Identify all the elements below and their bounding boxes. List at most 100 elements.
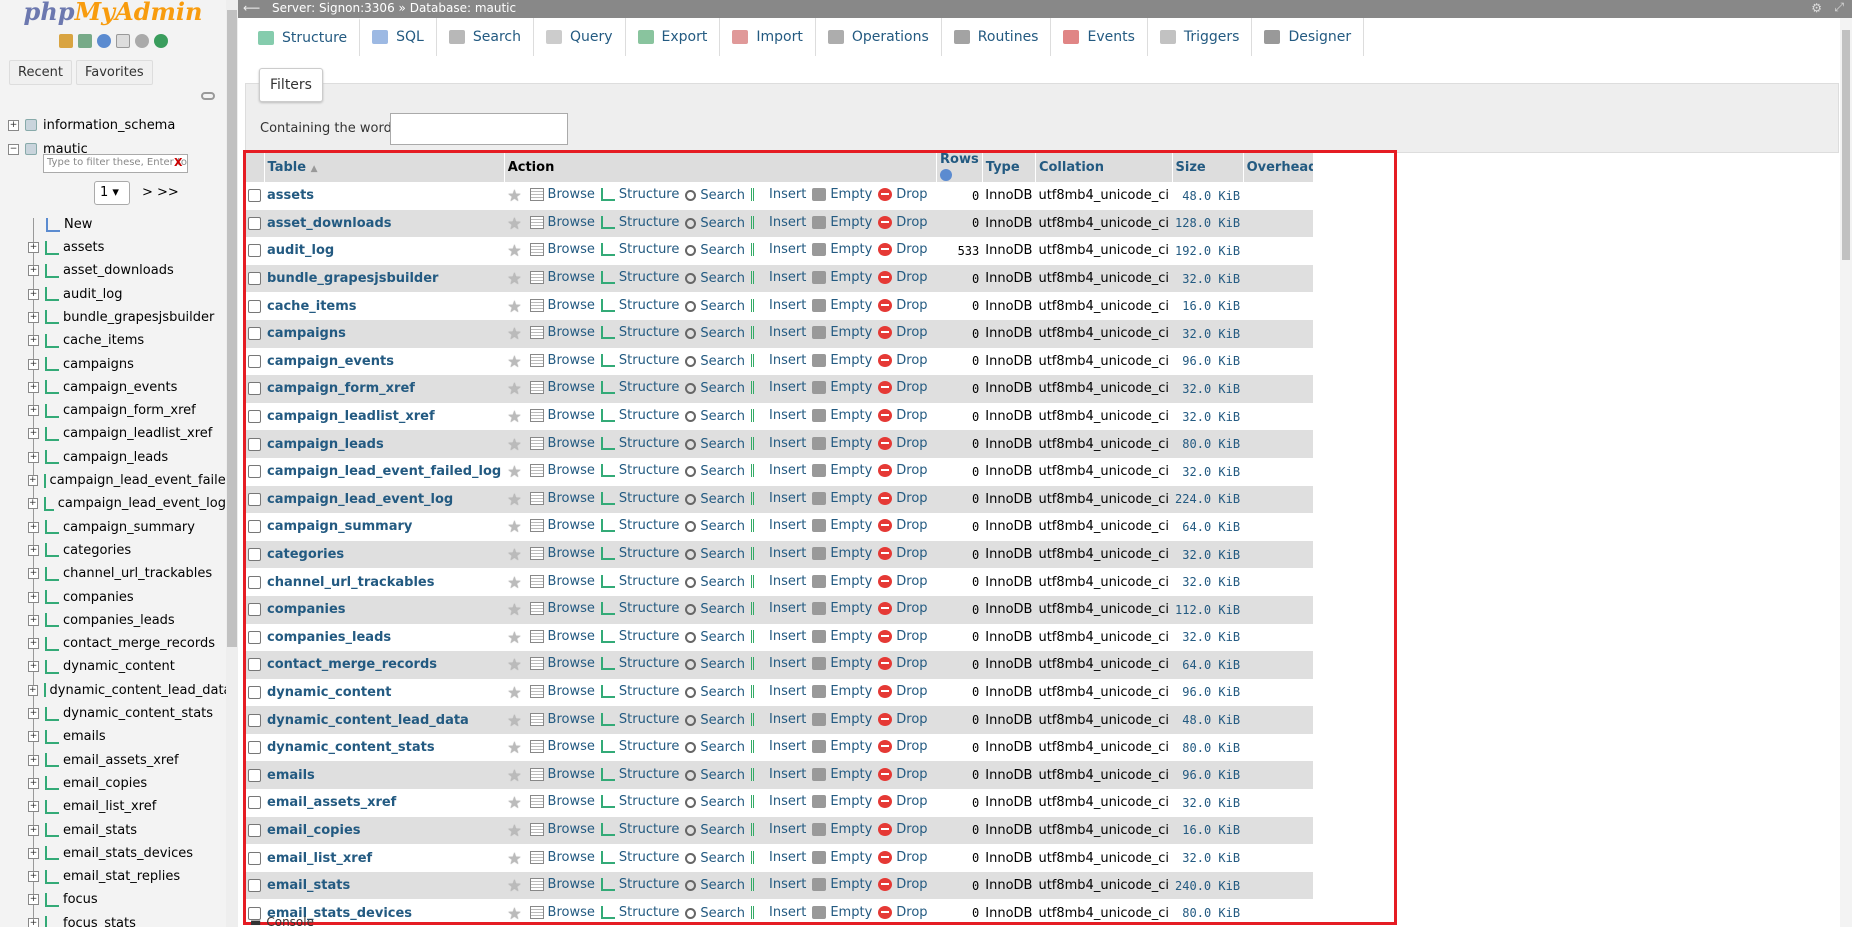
insert-action[interactable]: Insert [751,491,806,506]
nav-table-campaign_form_xref[interactable]: + campaign_form_xref [28,399,226,422]
empty-action[interactable]: Empty [812,242,872,257]
size-value[interactable]: 32.0 KiB [1172,375,1244,403]
logout-icon[interactable] [77,34,92,48]
size-value[interactable]: 32.0 KiB [1172,457,1244,486]
reload-icon[interactable] [153,34,168,48]
browse-action[interactable]: Browse [529,215,595,230]
nav-table-campaign_lead_event_log[interactable]: + campaign_lead_event_log [28,492,226,515]
search-action[interactable]: Search [685,547,745,562]
nav-table-dynamic_content_stats[interactable]: + dynamic_content_stats [28,702,226,725]
browse-action[interactable]: Browse [529,656,595,671]
page-selector[interactable]: 1 ▾ [94,181,130,205]
structure-action[interactable]: Structure [600,712,679,727]
nav-table-email_list_xref[interactable]: + email_list_xref [28,795,226,818]
browse-action[interactable]: Browse [529,684,595,699]
expand-icon[interactable]: + [28,405,39,417]
structure-action[interactable]: Structure [600,491,679,506]
drop-action[interactable]: Drop [878,463,928,478]
favorite-star-icon[interactable]: ★ [507,490,521,509]
insert-action[interactable]: Insert [751,215,806,230]
table-name-link[interactable]: campaign_leadlist_xref [264,402,505,431]
search-action[interactable]: Search [685,243,745,258]
favorite-star-icon[interactable]: ★ [507,379,521,398]
table-name-link[interactable]: dynamic_content [264,678,505,707]
row-checkbox[interactable] [248,327,261,341]
structure-action[interactable]: Structure [600,794,679,809]
empty-action[interactable]: Empty [812,822,872,837]
row-checkbox[interactable] [248,548,261,562]
browse-action[interactable]: Browse [529,353,595,368]
drop-action[interactable]: Drop [878,436,928,451]
collapse-nav-icon[interactable]: ⟵ [243,1,260,15]
structure-action[interactable]: Structure [600,187,679,202]
favorite-star-icon[interactable]: ★ [507,324,521,343]
search-action[interactable]: Search [685,575,745,590]
browse-action[interactable]: Browse [529,463,595,478]
insert-action[interactable]: Insert [751,601,806,616]
size-value[interactable]: 80.0 KiB [1172,733,1244,762]
favorite-star-icon[interactable]: ★ [507,766,521,785]
search-action[interactable]: Search [685,740,745,755]
structure-action[interactable]: Structure [600,242,679,257]
browse-action[interactable]: Browse [529,187,595,202]
row-checkbox[interactable] [248,189,261,203]
favorite-star-icon[interactable]: ★ [507,628,521,647]
table-name-link[interactable]: email_assets_xref [264,789,505,817]
tab-routines[interactable]: Routines [941,18,1052,56]
expand-icon[interactable]: + [28,871,39,883]
help-icon[interactable] [96,34,111,48]
table-name-link[interactable]: campaign_form_xref [264,375,505,403]
insert-action[interactable]: Insert [751,270,806,285]
table-name-link[interactable]: email_stats [264,871,505,900]
nav-table-focus_stats[interactable]: + focus_stats [28,912,226,927]
tab-structure[interactable]: Structure [246,18,361,56]
browse-action[interactable]: Browse [529,270,595,285]
rows-column-header[interactable]: Rows [936,152,983,182]
row-checkbox[interactable] [248,796,261,810]
favorite-star-icon[interactable]: ★ [507,407,521,426]
drop-action[interactable]: Drop [878,822,928,837]
size-value[interactable]: 32.0 KiB [1172,264,1244,293]
drop-action[interactable]: Drop [878,877,928,892]
expand-icon[interactable]: + [28,358,39,370]
expand-icon[interactable]: + [28,498,38,510]
empty-action[interactable]: Empty [812,656,872,671]
row-checkbox[interactable] [248,492,261,506]
favorite-star-icon[interactable]: ★ [507,186,521,205]
tab-search[interactable]: Search [436,18,534,56]
structure-action[interactable]: Structure [600,298,679,313]
nav-table-cache_items[interactable]: + cache_items [28,329,226,352]
empty-action[interactable]: Empty [812,574,872,589]
expand-icon[interactable]: + [8,119,19,131]
nav-table-campaign_lead_event_failed_log[interactable]: + campaign_lead_event_failed_log [28,469,226,492]
settings-gear-icon[interactable]: ⚙ [1811,1,1822,15]
favorite-star-icon[interactable]: ★ [507,517,521,536]
browse-action[interactable]: Browse [529,601,595,616]
empty-action[interactable]: Empty [812,436,872,451]
link-with-main-icon[interactable] [201,92,215,100]
empty-action[interactable]: Empty [812,767,872,782]
insert-action[interactable]: Insert [751,877,806,892]
drop-action[interactable]: Drop [878,905,928,920]
table-name-link[interactable]: cache_items [264,292,505,320]
favorite-star-icon[interactable]: ★ [507,876,521,895]
database-crumb[interactable]: Database: mautic [410,1,516,15]
fullscreen-icon[interactable]: ⤢ [1834,0,1844,15]
size-column-header[interactable]: Size [1172,152,1244,182]
search-action[interactable]: Search [685,381,745,396]
expand-icon[interactable]: + [28,638,39,650]
nav-table-companies_leads[interactable]: + companies_leads [28,609,226,632]
size-value[interactable]: 48.0 KiB [1172,182,1244,210]
row-checkbox[interactable] [248,216,261,230]
size-value[interactable]: 96.0 KiB [1172,347,1244,376]
browse-action[interactable]: Browse [529,298,595,313]
structure-action[interactable]: Structure [600,629,679,644]
browse-action[interactable]: Browse [529,629,595,644]
row-checkbox[interactable] [248,272,261,286]
size-value[interactable]: 32.0 KiB [1172,623,1244,652]
search-action[interactable]: Search [685,851,745,866]
size-value[interactable]: 224.0 KiB [1172,485,1244,514]
drop-action[interactable]: Drop [878,574,928,589]
size-value[interactable]: 32.0 KiB [1172,319,1244,348]
insert-action[interactable]: Insert [751,739,806,754]
